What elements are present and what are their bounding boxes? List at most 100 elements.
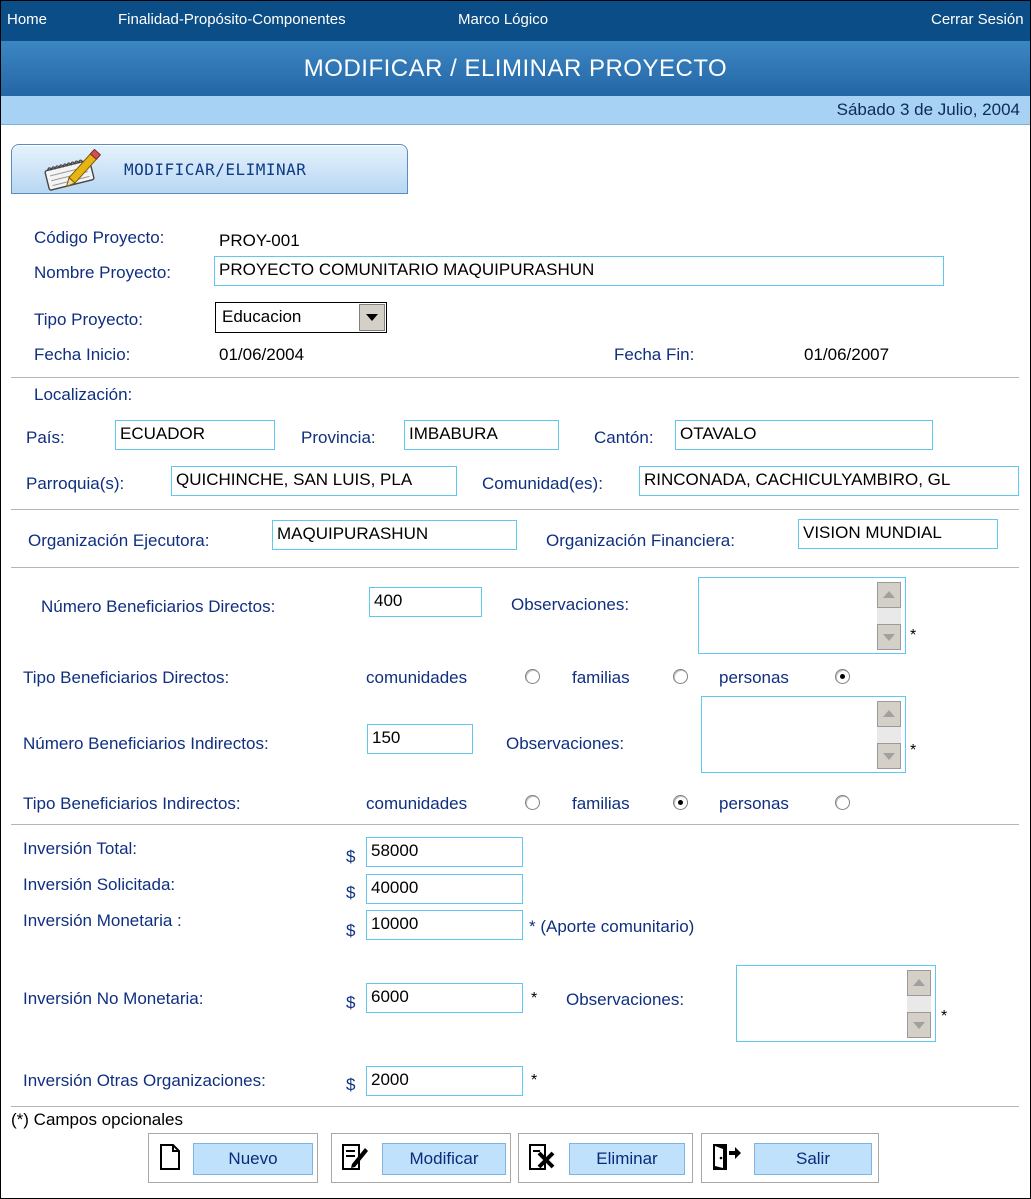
scroll-down-icon[interactable] xyxy=(877,624,901,650)
canton-field[interactable]: OTAVALO xyxy=(675,420,933,450)
tipo-proyecto-select[interactable]: Educacion xyxy=(215,302,387,333)
currency-symbol: $ xyxy=(346,921,356,940)
directos-comunidades-label: comunidades xyxy=(366,668,468,687)
codigo-proyecto-value: PROY-001 xyxy=(219,231,300,250)
nav-logout-link[interactable]: Cerrar Sesión xyxy=(931,11,1024,28)
benef-indirectos-label: Número Beneficiarios Indirectos: xyxy=(23,734,269,753)
observaciones-no-monetaria-label: Observaciones: xyxy=(566,990,685,1009)
tab-modificar-eliminar[interactable]: MODIFICAR/ELIMINAR xyxy=(11,144,408,194)
tipo-proyecto-value: Educacion xyxy=(222,307,302,326)
fecha-fin-value: 01/06/2007 xyxy=(804,345,890,364)
indirectos-personas-radio[interactable] xyxy=(835,795,850,810)
parroquia-label: Parroquia(s): xyxy=(26,474,125,493)
inv-otras-label: Inversión Otras Organizaciones: xyxy=(23,1071,266,1090)
nombre-proyecto-field[interactable]: PROYECTO COMUNITARIO MAQUIPURASHUN xyxy=(214,256,944,286)
tipo-indirectos-label: Tipo Beneficiarios Indirectos: xyxy=(23,794,241,813)
inv-total-label: Inversión Total: xyxy=(23,839,138,858)
indirectos-familias-radio[interactable] xyxy=(673,795,688,810)
page-frame: Home Finalidad-Propósito-Componentes Mar… xyxy=(0,0,1031,1199)
inv-total-field[interactable]: 58000 xyxy=(366,837,523,867)
divider xyxy=(11,824,1019,825)
org-ejecutora-field[interactable]: MAQUIPURASHUN xyxy=(272,520,517,550)
modificar-button[interactable]: Modificar xyxy=(382,1143,506,1175)
optional-asterisk: * xyxy=(531,990,538,1007)
date-band: Sábado 3 de Julio, 2004 xyxy=(1,96,1030,125)
indirectos-comunidades-radio[interactable] xyxy=(525,795,540,810)
org-financiera-field[interactable]: VISION MUNDIAL xyxy=(798,519,998,549)
optional-asterisk: * xyxy=(910,627,917,644)
scroll-up-icon[interactable] xyxy=(877,582,901,608)
pencil-notepad-icon xyxy=(40,147,110,196)
fecha-fin-label: Fecha Fin: xyxy=(614,345,695,364)
scroll-down-icon[interactable] xyxy=(907,1012,931,1038)
nav-marco-logico-link[interactable]: Marco Lógico xyxy=(458,11,548,28)
inv-monetaria-field[interactable]: 10000 xyxy=(366,910,523,940)
aporte-comunitario-note: * (Aporte comunitario) xyxy=(529,917,695,936)
nav-finalidad-link[interactable]: Finalidad-Propósito-Componentes xyxy=(118,11,346,28)
salir-button[interactable]: Salir xyxy=(754,1143,872,1175)
optional-asterisk: * xyxy=(941,1008,948,1025)
nuevo-button[interactable]: Nuevo xyxy=(193,1143,313,1175)
benef-indirectos-field[interactable]: 150 xyxy=(367,724,473,754)
chevron-down-icon[interactable] xyxy=(359,304,385,331)
indirectos-comunidades-label: comunidades xyxy=(366,794,468,813)
directos-comunidades-radio[interactable] xyxy=(525,669,540,684)
benef-directos-field[interactable]: 400 xyxy=(369,587,482,617)
scroll-up-icon[interactable] xyxy=(907,970,931,996)
parroquia-field[interactable]: QUICHINCHE, SAN LUIS, PLA xyxy=(171,466,457,496)
fecha-inicio-label: Fecha Inicio: xyxy=(34,345,131,364)
indirectos-personas-label: personas xyxy=(719,794,789,813)
scrollbar[interactable] xyxy=(877,582,901,650)
tipo-directos-label: Tipo Beneficiarios Directos: xyxy=(23,668,230,687)
inv-no-monetaria-label: Inversión No Monetaria: xyxy=(23,989,204,1008)
eliminar-button[interactable]: Eliminar xyxy=(569,1143,685,1175)
currency-symbol: $ xyxy=(346,883,356,902)
page-title: MODIFICAR / ELIMINAR PROYECTO xyxy=(1,41,1030,96)
inv-solicitada-label: Inversión Solicitada: xyxy=(23,875,176,894)
inv-otras-field[interactable]: 2000 xyxy=(366,1066,523,1096)
tab-title: MODIFICAR/ELIMINAR xyxy=(124,160,307,179)
inv-monetaria-label: Inversión Monetaria : xyxy=(23,911,182,930)
observaciones-indirectos-label: Observaciones: xyxy=(506,734,625,753)
currency-symbol: $ xyxy=(346,847,356,866)
tipo-proyecto-label: Tipo Proyecto: xyxy=(34,310,143,329)
directos-familias-radio[interactable] xyxy=(673,669,688,684)
provincia-field[interactable]: IMBABURA xyxy=(404,420,559,450)
indirectos-familias-label: familias xyxy=(572,794,630,813)
nombre-proyecto-label: Nombre Proyecto: xyxy=(34,263,171,282)
scrollbar[interactable] xyxy=(877,701,901,769)
observaciones-no-monetaria-textarea[interactable] xyxy=(736,965,936,1042)
pais-field[interactable]: ECUADOR xyxy=(115,420,275,450)
directos-personas-radio[interactable] xyxy=(835,669,850,684)
nav-home-link[interactable]: Home xyxy=(7,11,47,28)
current-date: Sábado 3 de Julio, 2004 xyxy=(836,100,1020,119)
codigo-proyecto-label: Código Proyecto: xyxy=(34,228,165,247)
nuevo-button-group: Nuevo xyxy=(148,1133,318,1183)
inv-no-monetaria-field[interactable]: 6000 xyxy=(366,983,523,1013)
salir-button-group: Salir xyxy=(701,1133,879,1183)
comunidad-field[interactable]: RINCONADA, CACHICULYAMBIRO, GL xyxy=(639,466,1019,496)
benef-directos-label: Número Beneficiarios Directos: xyxy=(41,597,276,616)
new-document-icon xyxy=(157,1142,183,1177)
provincia-label: Provincia: xyxy=(301,428,376,447)
scrollbar[interactable] xyxy=(907,970,931,1038)
delete-document-icon xyxy=(527,1142,557,1177)
fecha-inicio-value: 01/06/2004 xyxy=(219,345,305,364)
comunidad-label: Comunidad(es): xyxy=(482,474,603,493)
inv-solicitada-field[interactable]: 40000 xyxy=(366,874,523,904)
observaciones-directos-textarea[interactable] xyxy=(698,577,906,654)
observaciones-indirectos-textarea[interactable] xyxy=(701,696,906,773)
optional-asterisk: * xyxy=(531,1072,538,1089)
divider xyxy=(11,377,1019,378)
scroll-up-icon[interactable] xyxy=(877,701,901,727)
canton-label: Cantón: xyxy=(594,428,654,447)
scroll-down-icon[interactable] xyxy=(877,743,901,769)
observaciones-directos-label: Observaciones: xyxy=(511,595,630,614)
modificar-button-group: Modificar xyxy=(331,1133,511,1183)
edit-document-icon xyxy=(340,1142,370,1177)
eliminar-button-group: Eliminar xyxy=(518,1133,693,1183)
top-nav: Home Finalidad-Propósito-Componentes Mar… xyxy=(1,1,1030,41)
optional-asterisk: * xyxy=(910,742,917,759)
optional-fields-note: (*) Campos opcionales xyxy=(11,1110,183,1129)
directos-familias-label: familias xyxy=(572,668,630,687)
